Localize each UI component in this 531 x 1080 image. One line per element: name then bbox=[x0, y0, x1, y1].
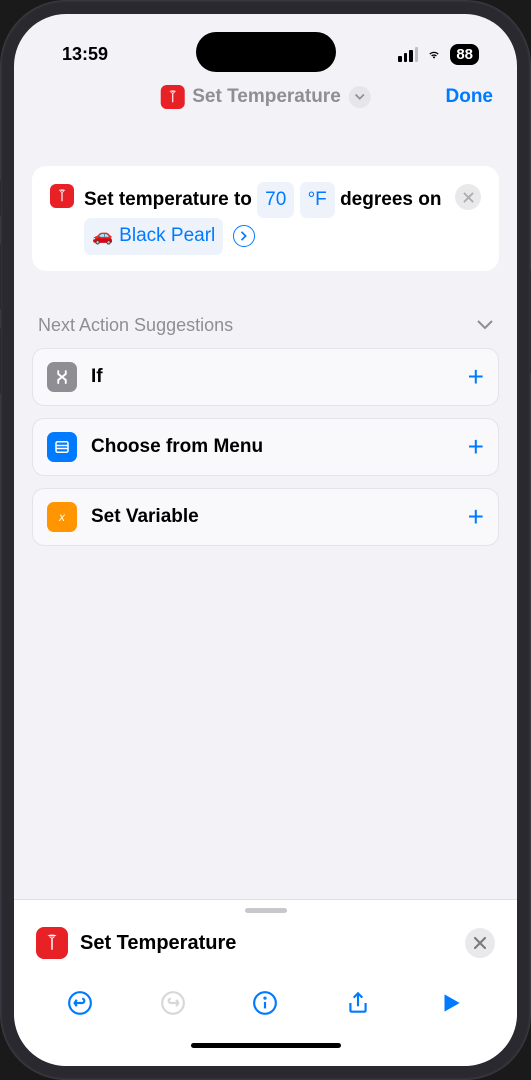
suggestion-label: Choose from Menu bbox=[91, 436, 468, 458]
sheet-header: Set Temperature bbox=[14, 913, 517, 973]
variable-icon: x bbox=[47, 502, 77, 532]
nav-title-group[interactable]: Set Temperature bbox=[160, 85, 371, 109]
nav-bar: Set Temperature Done bbox=[14, 74, 517, 122]
undo-button[interactable] bbox=[60, 983, 100, 1023]
add-button[interactable]: + bbox=[468, 433, 484, 461]
redo-button bbox=[153, 983, 193, 1023]
action-card[interactable]: Set temperature to 70 °F degrees on 🚗 Bl… bbox=[32, 166, 499, 271]
silence-switch bbox=[0, 180, 1, 216]
phone-frame: 13:59 88 Set Temperature Done bbox=[0, 0, 531, 1080]
if-icon bbox=[47, 362, 77, 392]
action-text: Set temperature to 70 °F degrees on 🚗 Bl… bbox=[84, 182, 445, 255]
status-right: 88 bbox=[398, 44, 479, 65]
suggestion-if[interactable]: If + bbox=[32, 348, 499, 406]
volume-up bbox=[0, 244, 1, 310]
vehicle-name: Black Pearl bbox=[119, 220, 215, 252]
clear-action-button[interactable] bbox=[455, 184, 481, 210]
wifi-icon bbox=[424, 46, 444, 62]
dynamic-island bbox=[196, 32, 336, 72]
suggestion-label: If bbox=[91, 366, 468, 388]
volume-down bbox=[0, 328, 1, 394]
bottom-sheet: Set Temperature bbox=[14, 899, 517, 1066]
nav-title: Set Temperature bbox=[192, 86, 341, 108]
battery-indicator: 88 bbox=[450, 44, 479, 65]
add-button[interactable]: + bbox=[468, 503, 484, 531]
temperature-unit-pill[interactable]: °F bbox=[300, 182, 335, 218]
suggestions-title: Next Action Suggestions bbox=[38, 315, 233, 336]
done-button[interactable]: Done bbox=[446, 86, 494, 108]
suggestion-set-variable[interactable]: x Set Variable + bbox=[32, 488, 499, 546]
status-time: 13:59 bbox=[62, 44, 108, 65]
tesla-app-icon bbox=[160, 85, 184, 109]
suggestion-label: Set Variable bbox=[91, 506, 468, 528]
suggestion-choose-menu[interactable]: Choose from Menu + bbox=[32, 418, 499, 476]
play-button[interactable] bbox=[431, 983, 471, 1023]
action-mid: degrees on bbox=[340, 189, 441, 210]
home-indicator[interactable] bbox=[191, 1043, 341, 1048]
cellular-signal-icon bbox=[398, 47, 418, 62]
svg-text:x: x bbox=[58, 509, 66, 523]
vehicle-pill[interactable]: 🚗 Black Pearl bbox=[84, 218, 223, 254]
action-prefix: Set temperature to bbox=[84, 189, 252, 210]
phone-screen: 13:59 88 Set Temperature Done bbox=[14, 14, 517, 1066]
car-icon: 🚗 bbox=[92, 222, 113, 251]
chevron-down-icon bbox=[477, 320, 493, 330]
add-button[interactable]: + bbox=[468, 363, 484, 391]
share-button[interactable] bbox=[338, 983, 378, 1023]
sheet-title: Set Temperature bbox=[80, 932, 453, 955]
info-button[interactable] bbox=[245, 983, 285, 1023]
sheet-close-button[interactable] bbox=[465, 928, 495, 958]
toolbar bbox=[14, 973, 517, 1029]
tesla-action-icon bbox=[50, 184, 74, 208]
chevron-down-icon[interactable] bbox=[349, 86, 371, 108]
suggestions-header[interactable]: Next Action Suggestions bbox=[38, 315, 493, 336]
temperature-value-pill[interactable]: 70 bbox=[257, 182, 294, 218]
menu-icon bbox=[47, 432, 77, 462]
disclosure-icon[interactable] bbox=[233, 225, 255, 247]
content-area: Set temperature to 70 °F degrees on 🚗 Bl… bbox=[14, 122, 517, 899]
tesla-sheet-icon bbox=[36, 927, 68, 959]
